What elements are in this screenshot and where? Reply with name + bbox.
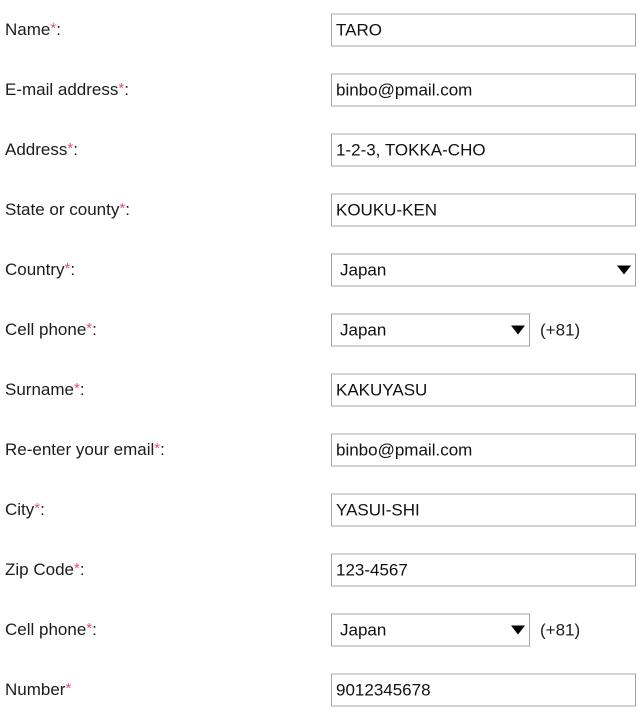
label-colon: : [125,200,130,219]
form-row-country: Country*: Japan [0,240,640,300]
label-colon: : [160,440,165,459]
required-asterisk: * [64,260,71,277]
field-wrap-email: binbo@pmail.com [331,73,636,107]
label-colon: : [56,20,61,39]
form-row-address: Address*: 1-2-3, TOKKA-CHO [0,120,640,180]
chevron-down-icon [511,625,525,635]
label-cell-phone-1-text: Cell phone [5,320,87,339]
label-number-text: Number [5,680,66,699]
input-number[interactable]: 9012345678 [331,673,636,707]
input-state[interactable]: KOUKU-KEN [331,193,636,227]
required-asterisk: * [154,440,161,457]
label-cell-phone-2: Cell phone*: [5,620,97,640]
select-country-value: Japan [340,260,387,280]
select-cell-phone-country-1-value: Japan [340,320,387,340]
label-state-text: State or county [5,200,120,219]
select-cell-phone-country-1[interactable]: Japan [331,313,530,347]
label-colon: : [124,80,129,99]
label-colon: : [92,320,97,339]
label-surname-text: Surname [5,380,74,399]
chevron-down-icon [617,265,631,275]
field-wrap-name: TARO [331,13,636,47]
dial-code-2: (+81) [540,620,581,639]
registration-form: Name*: TARO E-mail address*: binbo@pmail… [0,0,640,721]
label-email-text: E-mail address [5,80,119,99]
label-address-text: Address [5,140,68,159]
form-row-zip-code: Zip Code*: 123-4567 [0,540,640,600]
field-wrap-cell-phone-2: Japan (+81) [331,613,581,647]
dial-code-1: (+81) [540,320,581,339]
field-wrap-cell-phone-1: Japan (+81) [331,313,581,347]
label-address: Address*: [5,140,78,160]
label-zip-code: Zip Code*: [5,560,85,580]
form-row-email: E-mail address*: binbo@pmail.com [0,60,640,120]
field-wrap-number: 9012345678 [331,673,636,707]
label-city: City*: [5,500,45,520]
form-row-city: City*: YASUI-SHI [0,480,640,540]
label-country-text: Country [5,260,65,279]
label-cell-phone-1: Cell phone*: [5,320,97,340]
required-asterisk: * [67,140,74,157]
label-surname: Surname*: [5,380,85,400]
label-colon: : [70,260,76,279]
required-asterisk: * [65,680,72,697]
label-zip-code-text: Zip Code [5,560,74,579]
required-asterisk: * [50,20,57,37]
label-name-text: Name [5,20,51,39]
input-name[interactable]: TARO [331,13,636,47]
label-colon: : [73,140,78,159]
field-wrap-reenter-email: binbo@pmail.com [331,433,636,467]
label-reenter-email-text: Re-enter your email [5,440,155,459]
select-country[interactable]: Japan [331,253,636,287]
form-row-surname: Surname*: KAKUYASU [0,360,640,420]
input-surname[interactable]: KAKUYASU [331,373,636,407]
field-wrap-address: 1-2-3, TOKKA-CHO [331,133,636,167]
field-wrap-surname: KAKUYASU [331,373,636,407]
label-reenter-email: Re-enter your email*: [5,440,165,460]
required-asterisk: * [73,380,80,397]
label-cell-phone-2-text: Cell phone [5,620,87,639]
select-cell-phone-country-2-value: Japan [340,620,387,640]
required-asterisk: * [118,80,125,97]
required-asterisk: * [86,320,93,337]
chevron-down-icon [511,325,525,335]
required-asterisk: * [73,560,80,577]
select-cell-phone-country-2[interactable]: Japan [331,613,530,647]
label-name: Name*: [5,20,61,40]
field-wrap-country: Japan [331,253,636,287]
label-colon: : [79,380,85,399]
required-asterisk: * [119,200,126,217]
form-row-number: Number* 9012345678 [0,660,640,720]
form-row-state: State or county*: KOUKU-KEN [0,180,640,240]
field-wrap-state: KOUKU-KEN [331,193,636,227]
form-row-reenter-email: Re-enter your email*: binbo@pmail.com [0,420,640,480]
label-number: Number* [5,680,71,700]
label-colon: : [40,500,45,519]
form-row-name: Name*: TARO [0,0,640,60]
input-reenter-email[interactable]: binbo@pmail.com [331,433,636,467]
input-email[interactable]: binbo@pmail.com [331,73,636,107]
label-state: State or county*: [5,200,130,220]
label-country: Country*: [5,260,75,280]
form-row-cell-phone-1: Cell phone*: Japan (+81) [0,300,640,360]
input-zip-code[interactable]: 123-4567 [331,553,636,587]
input-address[interactable]: 1-2-3, TOKKA-CHO [331,133,636,167]
required-asterisk: * [86,620,93,637]
label-city-text: City [5,500,35,519]
form-row-cell-phone-2: Cell phone*: Japan (+81) [0,600,640,660]
input-city[interactable]: YASUI-SHI [331,493,636,527]
label-colon: : [79,560,85,579]
required-asterisk: * [34,500,41,517]
field-wrap-city: YASUI-SHI [331,493,636,527]
field-wrap-zip-code: 123-4567 [331,553,636,587]
label-colon: : [92,620,97,639]
label-email: E-mail address*: [5,80,129,100]
